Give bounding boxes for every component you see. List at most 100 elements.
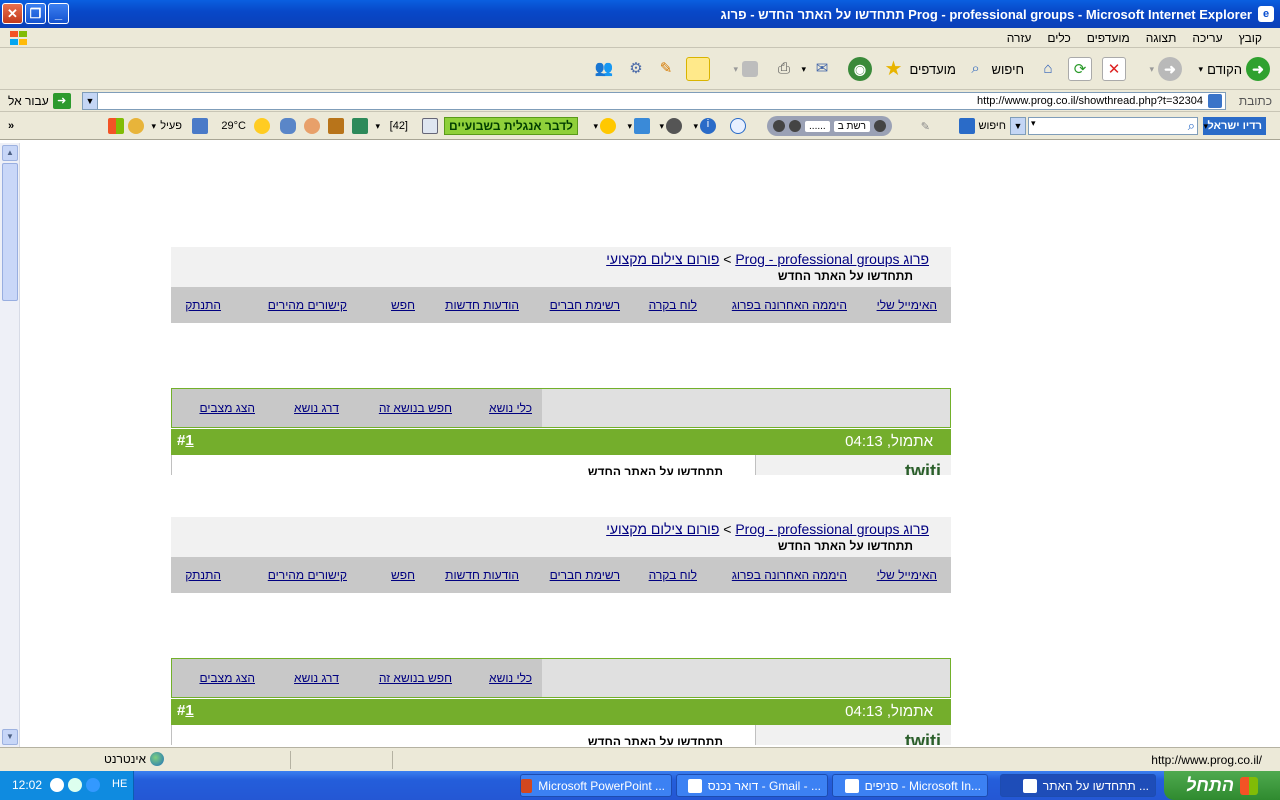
back-button[interactable]: ▾ הקודם ➜ [1199,56,1270,82]
nav-my-email[interactable]: האימייל שלי [877,298,937,312]
chevron-down-icon[interactable]: ▾ [1203,117,1208,135]
computer-icon[interactable] [352,117,368,135]
nav-my-email[interactable]: האימייל שלי [877,568,937,582]
info-button[interactable]: ▾ i [693,117,716,135]
search-thread-link[interactable]: חפש בנושא זה [379,401,452,415]
promo-link[interactable]: לדבר אנגלית בשבועיים [444,117,578,135]
breadcrumb-home-link[interactable]: פרוג Prog - professional groups [735,251,929,267]
people-icon[interactable] [128,117,144,135]
display-modes-link[interactable]: הצג מצבים [199,671,255,685]
nav-quick-links[interactable]: קישורים מהירים [268,298,347,312]
stop-icon[interactable] [773,120,786,132]
menu-help[interactable]: עזרה [999,31,1040,45]
refresh-button[interactable]: ⟳ [1068,56,1092,82]
nav-quick-links[interactable]: קישורים מהירים [268,568,347,582]
task-ie-thread[interactable]: תתחדשו על האתר ... [1000,774,1156,797]
menu-view[interactable]: תצוגה [1138,31,1185,45]
smiley-button[interactable]: ▾ [593,117,616,135]
chest-icon[interactable] [328,117,344,135]
minimize-icon[interactable]: _ [48,3,69,24]
scroll-up-icon[interactable]: ▲ [2,145,18,161]
contacts-button[interactable]: 👥 [592,56,616,82]
car-icon[interactable] [280,117,296,135]
menu-favorites[interactable]: מועדפים [1079,31,1138,45]
tools-icon[interactable]: ✎ [921,117,930,135]
breadcrumb-home-link[interactable]: פרוג Prog - professional groups [735,521,929,537]
scroll-down-icon[interactable]: ▼ [2,729,18,745]
thread-tools-link[interactable]: כלי נושא [489,671,532,685]
menu-edit[interactable]: עריכה [1184,31,1230,45]
tray-update-icon[interactable] [86,778,100,792]
nav-control-panel[interactable]: לוח בקרה [649,568,697,582]
nav-search[interactable]: חפש [391,298,415,312]
post-number-link[interactable]: 1 [185,702,193,719]
messenger-button[interactable]: ⚙ [624,56,648,82]
flag-icon[interactable] [730,117,746,135]
nav-logout[interactable]: התנתק [185,298,221,312]
language-indicator[interactable]: HE [112,778,127,790]
clock[interactable]: 12:02 [12,778,42,792]
post-username[interactable]: twiti [905,461,941,475]
nav-new-posts[interactable]: הודעות חדשות [445,298,519,312]
home-button[interactable]: ⌂ [1036,56,1060,82]
address-dropdown[interactable]: ▼ [82,92,98,110]
task-gmail[interactable]: דואר נכנס - Gmail - ... [676,774,828,797]
post-number-link[interactable]: 1 [185,432,193,449]
nav-control-panel[interactable]: לוח בקרה [649,298,697,312]
nav-new-posts[interactable]: הודעות חדשות [445,568,519,582]
nav-logout[interactable]: התנתק [185,568,221,582]
task-ie-branches[interactable]: סניפים - Microsoft In... [832,774,988,797]
go-button[interactable]: עבור אל ➜ [8,93,71,109]
weather-map-button[interactable]: ▾ [627,117,650,135]
mail-icon[interactable] [422,117,438,135]
tray-network-icon[interactable] [68,778,82,792]
temperature[interactable]: 29°C [221,117,246,135]
task-powerpoint[interactable]: Microsoft PowerPoint ... [520,774,672,797]
edit-button[interactable]: ▾ [733,56,758,82]
play-icon[interactable] [789,120,802,132]
sun-icon[interactable] [254,117,270,135]
chevron-down-icon[interactable]: ▾ [151,117,156,135]
address-input[interactable]: http://www.prog.co.il/showthread.php?t=3… [86,92,1226,110]
headphones-button[interactable]: ▾ [659,117,682,135]
calendar-icon[interactable] [192,117,208,135]
radio-logo[interactable]: רדיו ישראל [1203,117,1266,135]
links-search-button[interactable]: חיפוש [958,117,1006,135]
mail-button[interactable]: ▾ ✉ [801,56,834,82]
vertical-scrollbar[interactable]: ▲ ▼ [0,143,20,747]
nav-last-day[interactable]: היממה האחרונה בפרוג [732,298,847,312]
maximize-icon[interactable]: ❐ [25,3,46,24]
breadcrumb-forum-link[interactable]: פורום צילום מקצועי [606,251,719,267]
forward-button[interactable]: ▾ ➜ [1149,56,1182,82]
thread-tools-link[interactable]: כלי נושא [489,401,532,415]
tray-printer-icon[interactable] [50,778,64,792]
menu-file[interactable]: קובץ [1231,31,1270,45]
menu-tools[interactable]: כלים [1039,31,1078,45]
search-thread-link[interactable]: חפש בנושא זה [379,671,452,685]
active-label[interactable]: פעיל [160,117,182,135]
avatar-icon[interactable] [304,117,320,135]
search-button[interactable]: ⌕ חיפוש [964,56,1024,82]
nav-members-list[interactable]: רשימת חברים [550,568,620,582]
breadcrumb-forum-link[interactable]: פורום צילום מקצועי [606,521,719,537]
favorites-button[interactable]: ★ מועדפים [881,56,956,82]
scroll-thumb[interactable] [2,163,18,301]
nav-search[interactable]: חפש [391,568,415,582]
print-button[interactable]: ⎙ [772,56,796,82]
stop-button[interactable]: ✕ [1102,56,1126,82]
windows-flag-icon[interactable] [108,117,124,135]
chevron-down-icon[interactable]: ▾ [375,117,380,135]
prev-icon[interactable] [874,120,886,132]
start-button[interactable]: התחל [1164,771,1280,800]
links-search-input[interactable]: ▾ ⌕ [1028,117,1198,135]
discuss-button[interactable] [686,56,710,82]
rate-thread-link[interactable]: דרג נושא [294,401,339,415]
display-modes-link[interactable]: הצג מצבים [199,401,255,415]
links-search-dropdown[interactable]: ▼ [1010,117,1026,135]
close-icon[interactable]: ✕ [2,3,23,24]
radio-player[interactable]: ...... רשת ב [767,116,892,136]
media-button[interactable]: ◉ [848,56,872,82]
post-username[interactable]: twiti [905,731,941,745]
mail-count[interactable]: [42] [390,117,408,135]
rate-thread-link[interactable]: דרג נושא [294,671,339,685]
